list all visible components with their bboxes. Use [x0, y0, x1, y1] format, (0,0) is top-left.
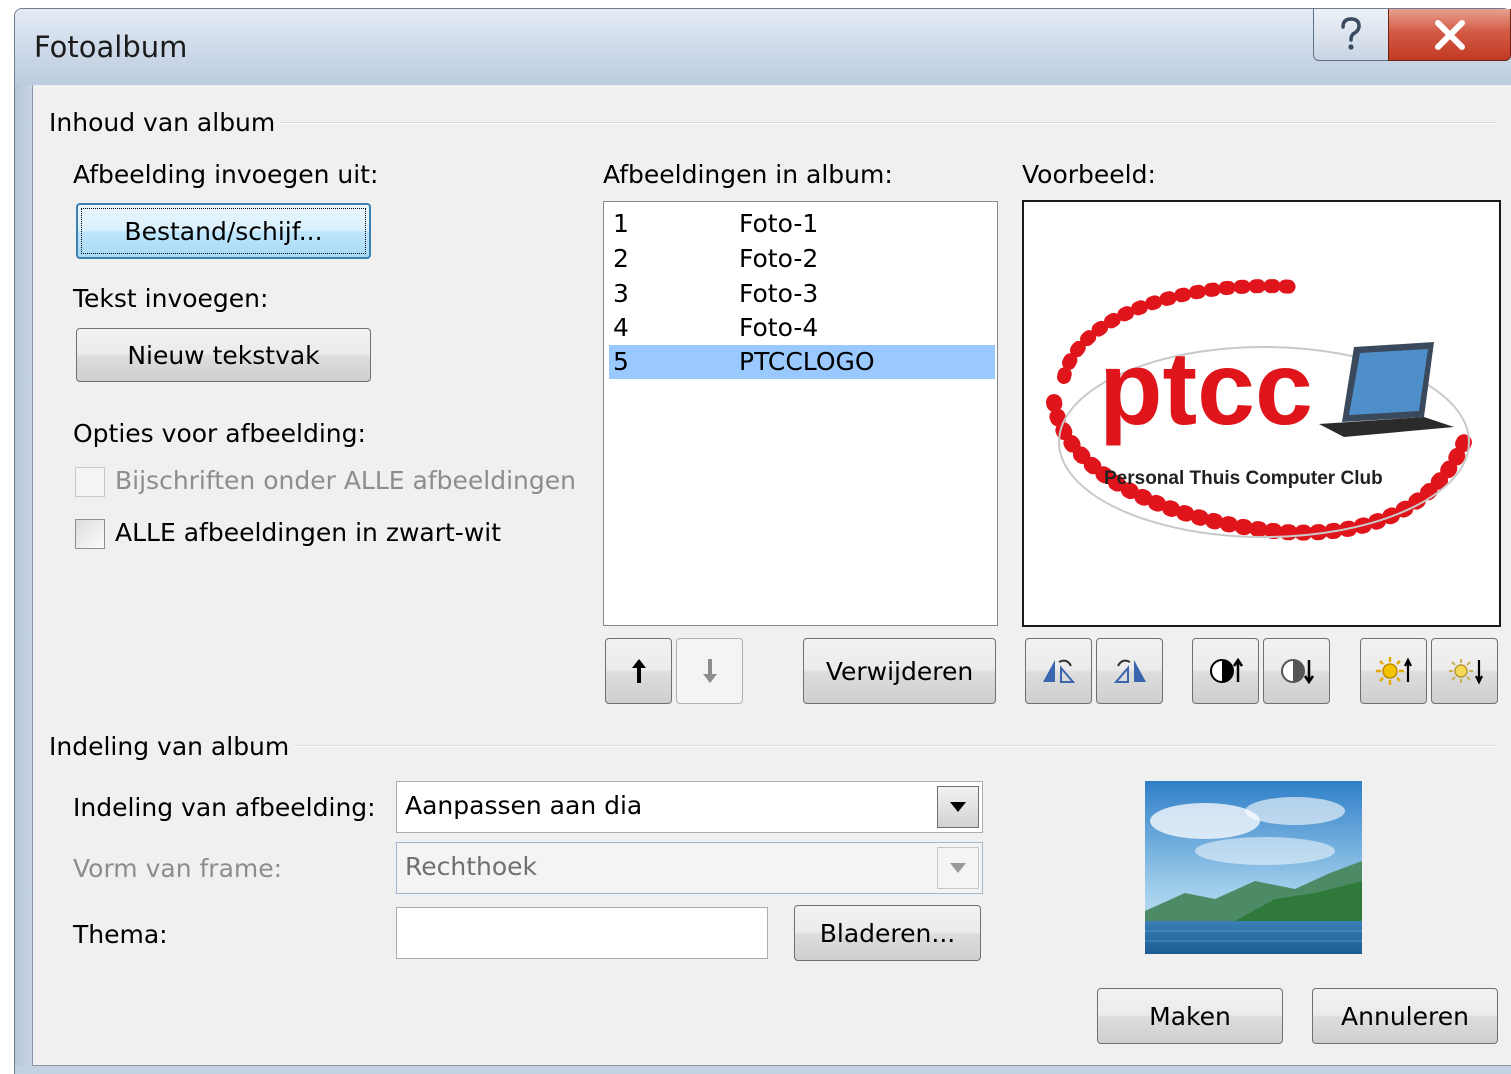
- move-up-button[interactable]: [605, 638, 672, 704]
- cancel-button[interactable]: Annuleren: [1312, 988, 1498, 1044]
- insert-from-label: Afbeelding invoegen uit:: [73, 160, 379, 189]
- rotate-left-icon: [1042, 659, 1075, 683]
- arrow-up-icon: [631, 659, 646, 683]
- picture-options-label: Opties voor afbeelding:: [73, 419, 366, 448]
- picture-layout-label: Indeling van afbeelding:: [73, 793, 376, 822]
- rotate-left-button[interactable]: [1025, 638, 1092, 704]
- album-content-group-label: Inhoud van album: [49, 108, 276, 137]
- new-textbox-button-label: Nieuw tekstvak: [127, 340, 320, 370]
- brightness-down-button[interactable]: [1431, 638, 1498, 704]
- window-left-border: [15, 85, 32, 1074]
- rotate-right-icon: [1113, 659, 1146, 683]
- contrast-up-button[interactable]: [1192, 638, 1259, 704]
- logo-wordmark: ptcc: [1099, 331, 1313, 447]
- frame-shape-value: Rechthoek: [405, 852, 538, 881]
- list-item[interactable]: 1 Foto-1: [609, 207, 995, 241]
- brightness-up-icon: [1375, 657, 1412, 685]
- brightness-up-button[interactable]: [1360, 638, 1427, 704]
- album-layout-group-label: Indeling van album: [49, 732, 290, 761]
- theme-input[interactable]: [396, 907, 768, 959]
- list-item-number: 1: [613, 209, 629, 238]
- list-item-name: Foto-2: [739, 244, 819, 273]
- title-bar[interactable]: [15, 9, 1511, 85]
- brightness-down-icon: [1448, 659, 1483, 685]
- list-item[interactable]: 3 Foto-3: [609, 277, 995, 311]
- insert-text-label: Tekst invoegen:: [73, 284, 269, 313]
- browse-button[interactable]: Bladeren...: [794, 905, 981, 961]
- picture-layout-value: Aanpassen aan dia: [405, 791, 643, 820]
- contrast-up-icon: [1209, 657, 1243, 683]
- question-mark-icon: [1341, 16, 1361, 50]
- ptcc-logo: ptcc Personal Thuis Computer Club: [1046, 279, 1472, 541]
- list-item-number: 4: [613, 313, 629, 342]
- list-item-name: Foto-1: [739, 209, 819, 238]
- list-item-number: 2: [613, 244, 629, 273]
- arrow-down-icon: [702, 659, 717, 683]
- close-button[interactable]: [1388, 9, 1511, 61]
- album-layout-divider: [293, 745, 1498, 747]
- layout-preview-image: [1145, 781, 1362, 954]
- theme-label: Thema:: [73, 920, 168, 949]
- list-item-number: 5: [613, 347, 629, 376]
- focus-ring: [81, 208, 366, 254]
- chevron-down-icon: [950, 802, 966, 812]
- captions-checkbox[interactable]: [75, 467, 105, 497]
- list-item-name: Foto-3: [739, 279, 819, 308]
- close-x-icon: [1434, 19, 1465, 50]
- frame-shape-label: Vorm van frame:: [73, 854, 283, 883]
- window-bottom-border: [15, 1066, 1511, 1074]
- remove-button[interactable]: Verwijderen: [803, 638, 996, 704]
- preview-label: Voorbeeld:: [1022, 160, 1156, 189]
- pictures-listbox[interactable]: 1 Foto-1 2 Foto-2 3 Foto-3 4 Foto-4 5 PT…: [603, 201, 998, 626]
- picture-layout-dropdown-button[interactable]: [937, 786, 979, 828]
- frame-shape-dropdown-button[interactable]: [937, 847, 979, 889]
- black-white-checkbox[interactable]: [75, 519, 105, 549]
- cancel-button-label: Annuleren: [1341, 1001, 1469, 1031]
- list-item-name: PTCCLOGO: [739, 347, 875, 376]
- browse-button-label: Bladeren...: [819, 918, 956, 948]
- rotate-right-button[interactable]: [1096, 638, 1163, 704]
- picture-preview: ptcc Personal Thuis Computer Club: [1022, 200, 1501, 627]
- remove-button-label: Verwijderen: [825, 656, 974, 686]
- list-item[interactable]: 4 Foto-4: [609, 311, 995, 345]
- help-button[interactable]: [1313, 9, 1389, 61]
- list-item-selected[interactable]: 5 PTCCLOGO: [609, 345, 995, 379]
- file-disk-button[interactable]: Bestand/schijf...: [76, 203, 371, 259]
- create-button-label: Maken: [1149, 1001, 1231, 1031]
- list-item[interactable]: 2 Foto-2: [609, 242, 995, 276]
- black-white-checkbox-label: ALLE afbeeldingen in zwart-wit: [115, 518, 502, 547]
- new-textbox-button[interactable]: Nieuw tekstvak: [76, 328, 371, 382]
- logo-tagline: Personal Thuis Computer Club: [1104, 468, 1383, 489]
- captions-checkbox-label: Bijschriften onder ALLE afbeeldingen: [115, 466, 576, 495]
- album-content-divider: [280, 122, 1498, 124]
- contrast-down-button[interactable]: [1263, 638, 1330, 704]
- contrast-down-icon: [1280, 659, 1314, 685]
- frame-shape-select[interactable]: Rechthoek: [396, 842, 983, 894]
- pictures-in-album-label: Afbeeldingen in album:: [603, 160, 893, 189]
- move-down-button[interactable]: [676, 638, 743, 704]
- chevron-down-icon: [950, 863, 966, 873]
- list-item-number: 3: [613, 279, 629, 308]
- window-title: Fotoalbum: [34, 30, 188, 64]
- create-button[interactable]: Maken: [1097, 988, 1283, 1044]
- list-item-name: Foto-4: [739, 313, 819, 342]
- picture-layout-select[interactable]: Aanpassen aan dia: [396, 781, 983, 833]
